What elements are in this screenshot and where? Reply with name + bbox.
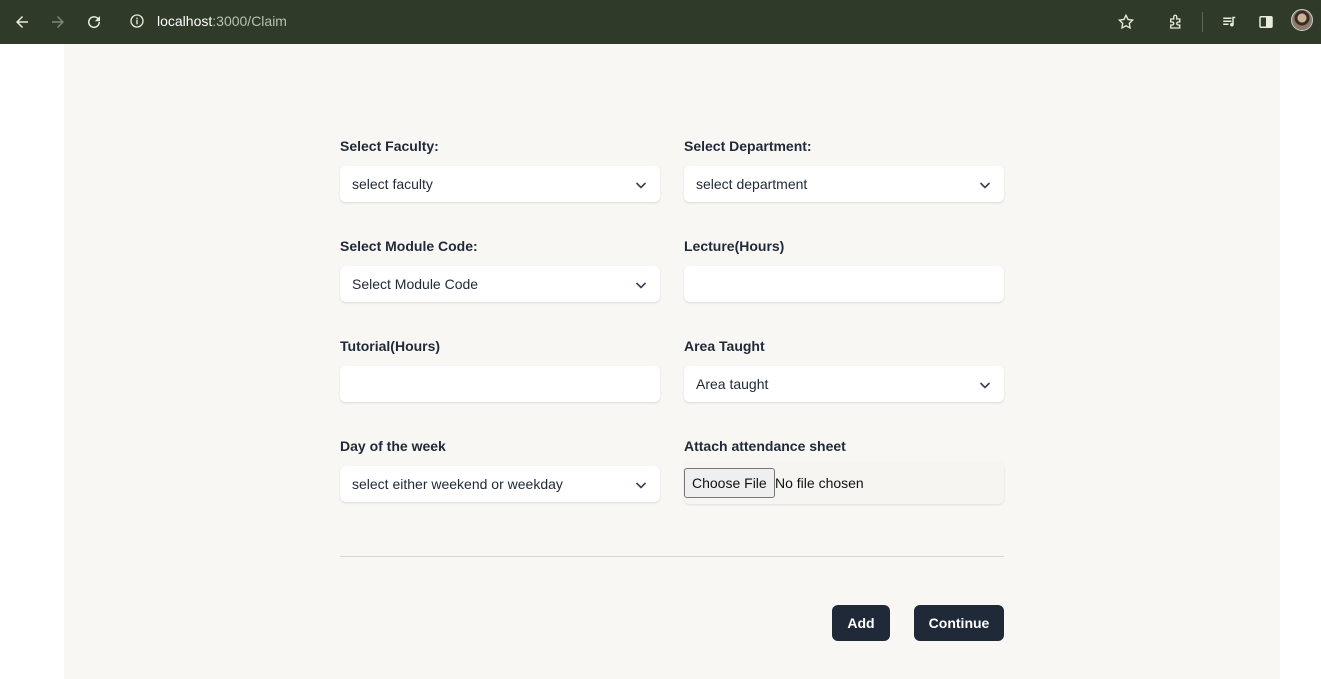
toolbar-separator — [1202, 12, 1203, 32]
add-button[interactable]: Add — [832, 605, 890, 641]
day-of-week-field: Day of the week select either weekend or… — [340, 436, 660, 502]
faculty-label: Select Faculty: — [340, 138, 439, 154]
back-icon[interactable] — [10, 10, 34, 34]
area-taught-select[interactable]: Area taught — [684, 366, 1004, 402]
chevron-down-icon — [635, 182, 647, 189]
claim-page: Select Faculty: select faculty Select De… — [64, 44, 1280, 679]
attendance-label: Attach attendance sheet — [684, 438, 846, 454]
chevron-down-icon — [635, 482, 647, 489]
media-icon[interactable] — [1218, 10, 1242, 34]
day-of-week-select-value: select either weekend or weekday — [352, 476, 563, 492]
tutorial-hours-field: Tutorial(Hours) — [340, 336, 660, 402]
tutorial-hours-input[interactable] — [340, 366, 660, 402]
department-label: Select Department: — [684, 138, 812, 154]
day-of-week-select[interactable]: select either weekend or weekday — [340, 466, 660, 502]
chevron-down-icon — [979, 182, 991, 189]
chevron-down-icon — [979, 382, 991, 389]
address-bar[interactable]: localhost:3000/Claim — [157, 12, 287, 30]
module-code-select-value: Select Module Code — [352, 276, 479, 292]
module-code-field: Select Module Code: Select Module Code — [340, 236, 660, 302]
profile-avatar[interactable] — [1291, 9, 1313, 31]
module-code-select[interactable]: Select Module Code — [340, 266, 660, 302]
faculty-select[interactable]: select faculty — [340, 166, 660, 202]
area-taught-field: Area Taught Area taught — [684, 336, 1004, 402]
star-icon[interactable] — [1114, 10, 1138, 34]
area-taught-label: Area Taught — [684, 338, 765, 354]
lecture-hours-input[interactable] — [684, 266, 1004, 302]
area-taught-select-value: Area taught — [696, 376, 769, 392]
chevron-down-icon — [635, 282, 647, 289]
lecture-hours-field: Lecture(Hours) — [684, 236, 1004, 302]
form-divider — [340, 556, 1004, 557]
sidepanel-icon[interactable] — [1254, 10, 1278, 34]
file-status-text: No file chosen — [775, 475, 864, 491]
continue-button[interactable]: Continue — [914, 605, 1004, 641]
module-code-label: Select Module Code: — [340, 238, 478, 254]
tutorial-hours-label: Tutorial(Hours) — [340, 338, 441, 354]
day-of-week-label: Day of the week — [340, 438, 446, 454]
department-select-value: select department — [696, 176, 808, 192]
attendance-field: Attach attendance sheet Choose File No f… — [684, 436, 1004, 506]
info-icon[interactable] — [128, 12, 146, 30]
forward-icon[interactable] — [46, 10, 70, 34]
choose-file-button[interactable]: Choose File — [684, 468, 775, 498]
browser-toolbar: localhost:3000/Claim — [0, 0, 1321, 44]
lecture-hours-label: Lecture(Hours) — [684, 238, 785, 254]
extensions-icon[interactable] — [1164, 10, 1188, 34]
reload-icon[interactable] — [82, 10, 106, 34]
faculty-field: Select Faculty: select faculty — [340, 136, 660, 202]
url-path: :3000/Claim — [212, 13, 287, 29]
department-field: Select Department: select department — [684, 136, 1004, 202]
department-select[interactable]: select department — [684, 166, 1004, 202]
faculty-select-value: select faculty — [352, 176, 433, 192]
url-host: localhost — [157, 13, 213, 29]
attendance-file-input[interactable]: Choose File No file chosen — [684, 462, 1004, 504]
